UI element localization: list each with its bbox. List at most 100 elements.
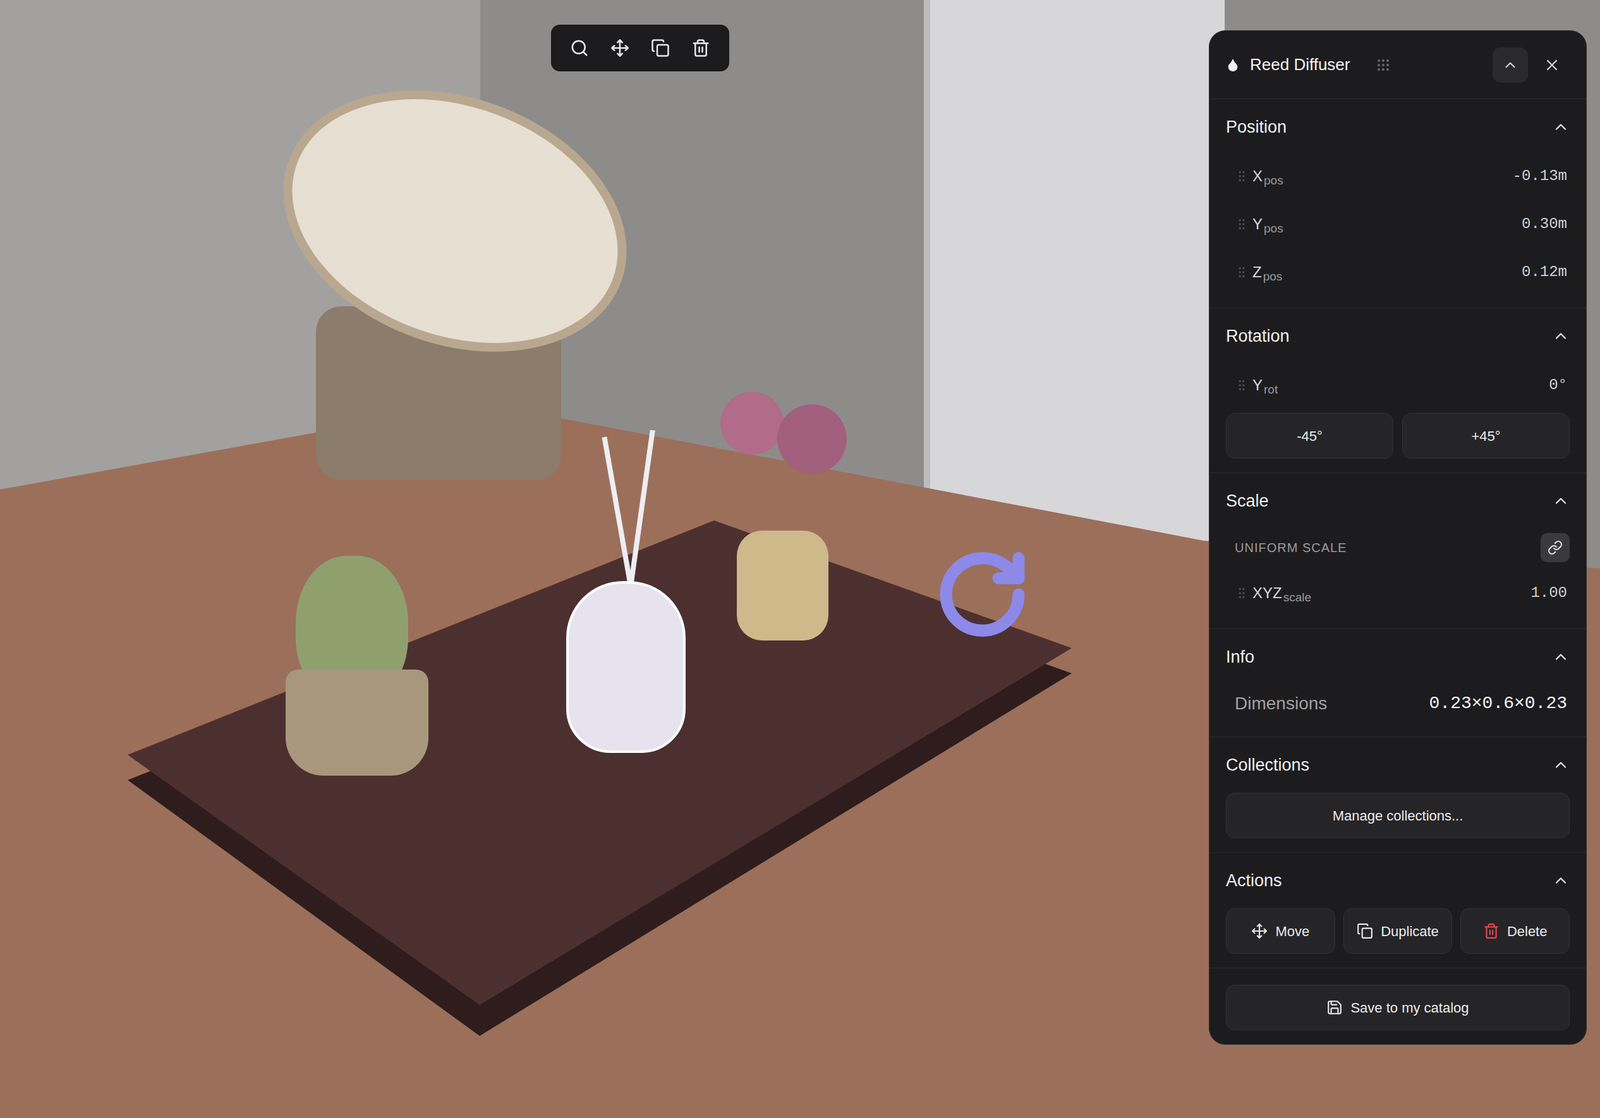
trash-icon: [1483, 923, 1500, 940]
info-label: Dimensions: [1234, 690, 1328, 718]
rotate-button[interactable]: +45°: [1402, 413, 1570, 459]
row-label: Xpos: [1252, 164, 1284, 188]
section-body: Yrot 0° -45°+45°: [1225, 363, 1570, 459]
trash-icon: [691, 38, 711, 58]
flower-vase[interactable]: [736, 530, 829, 641]
collections-section: Collections Manage collections...: [1209, 736, 1587, 853]
copy-icon: [1356, 923, 1374, 940]
move-icon: [610, 38, 630, 58]
section-body: Dimensions 0.23×0.6×0.23: [1225, 684, 1570, 723]
flower: [720, 391, 784, 455]
collapse-button[interactable]: [1492, 47, 1528, 83]
move-button[interactable]: Move: [1225, 908, 1336, 955]
value-row[interactable]: Zpos 0.12m: [1225, 250, 1570, 294]
section-title: Position: [1225, 114, 1287, 141]
section-header[interactable]: Scale: [1225, 473, 1570, 529]
row-label-sub: pos: [1263, 269, 1283, 284]
row-label: Zpos: [1252, 260, 1283, 284]
drag-handle-icon[interactable]: [1234, 169, 1249, 184]
position-section: Position Xpos -0.13m Ypos 0.30m Zpos 0.12m: [1209, 98, 1587, 308]
rotate-button[interactable]: -45°: [1225, 413, 1394, 459]
object-toolbar: [551, 24, 730, 72]
section-header[interactable]: Rotation: [1225, 308, 1570, 364]
uniform-scale-toggle[interactable]: [1540, 533, 1570, 563]
chevron-up-icon[interactable]: [1551, 648, 1570, 667]
drag-handle-icon[interactable]: [1234, 378, 1249, 393]
scale-section: Scale UNIFORM SCALE XYZscale 1.00: [1209, 472, 1587, 629]
section-body: Xpos -0.13m Ypos 0.30m Zpos 0.12m: [1225, 154, 1570, 294]
search-icon: [569, 38, 589, 58]
section-body: Manage collections...: [1225, 793, 1570, 839]
section-header[interactable]: Info: [1225, 629, 1570, 685]
section-title: Collections: [1225, 752, 1310, 779]
move-icon: [1251, 923, 1268, 940]
row-value[interactable]: -0.13m: [1512, 164, 1568, 188]
duplicate-button[interactable]: Duplicate: [1343, 908, 1453, 955]
copy-icon: [650, 38, 670, 58]
close-button[interactable]: [1534, 47, 1570, 83]
chevron-up-icon[interactable]: [1551, 327, 1570, 346]
info-section: Info Dimensions 0.23×0.6×0.23: [1209, 628, 1587, 737]
row-label: XYZscale: [1252, 581, 1312, 605]
info-value: 0.23×0.6×0.23: [1429, 690, 1568, 718]
value-row[interactable]: Yrot 0°: [1225, 363, 1570, 407]
value-row[interactable]: Xpos -0.13m: [1225, 154, 1570, 198]
move-tool-button[interactable]: [605, 36, 635, 61]
save-to-catalog-button[interactable]: Save to my catalog: [1225, 985, 1570, 1031]
cactus-pot[interactable]: [285, 669, 429, 776]
value-row[interactable]: Ypos 0.30m: [1225, 202, 1570, 246]
chevron-up-icon[interactable]: [1551, 492, 1570, 510]
save-icon: [1326, 999, 1343, 1017]
actions-section: Actions MoveDuplicateDelete: [1209, 852, 1587, 969]
chevron-up-icon[interactable]: [1551, 872, 1570, 890]
rotation-section: Rotation Yrot 0° -45°+45°: [1209, 307, 1587, 473]
section-header[interactable]: Collections: [1225, 737, 1570, 794]
panel-footer: Save to my catalog: [1209, 968, 1587, 1045]
row-label-sub: scale: [1283, 590, 1312, 605]
inspector-panel: Reed Diffuser Position Xpos -0.13m Ypos 0.30m…: [1208, 30, 1587, 1046]
manage-collections-button[interactable]: Manage collections...: [1225, 793, 1570, 839]
row-label-sub: pos: [1263, 221, 1284, 236]
row-value[interactable]: 0.30m: [1521, 212, 1568, 236]
chevron-up-icon: [1502, 56, 1519, 74]
duplicate-tool-button[interactable]: [645, 36, 675, 61]
section-header[interactable]: Position: [1225, 99, 1570, 155]
row-value[interactable]: 1.00: [1530, 581, 1568, 605]
delete-button[interactable]: Delete: [1460, 908, 1570, 955]
section-body: MoveDuplicateDelete: [1225, 908, 1570, 955]
delete-tool-button[interactable]: [686, 36, 716, 61]
row-value[interactable]: 0°: [1548, 374, 1568, 397]
panel-title: Reed Diffuser: [1249, 52, 1351, 78]
flower: [777, 404, 847, 474]
section-title: Actions: [1225, 868, 1283, 895]
reed-diffuser[interactable]: [566, 581, 686, 754]
row-label: Yrot: [1252, 374, 1278, 397]
drag-icon[interactable]: [1375, 57, 1391, 73]
section-body: UNIFORM SCALE XYZscale 1.00: [1225, 528, 1570, 615]
diffuser-icon: [1225, 58, 1240, 73]
editor: Reed Diffuser Position Xpos -0.13m Ypos 0.30m…: [0, 0, 1600, 1118]
action-buttons: MoveDuplicateDelete: [1225, 908, 1570, 955]
door: [923, 0, 1225, 557]
zoom-tool-button[interactable]: [564, 36, 594, 61]
info-row: Dimensions 0.23×0.6×0.23: [1225, 684, 1570, 723]
section-header[interactable]: Actions: [1225, 853, 1570, 909]
section-title: Info: [1225, 644, 1255, 671]
value-row[interactable]: XYZscale 1.00: [1225, 571, 1570, 615]
drag-handle-icon[interactable]: [1234, 586, 1249, 601]
drag-handle-icon[interactable]: [1234, 265, 1249, 280]
chevron-up-icon[interactable]: [1551, 118, 1570, 136]
drag-handle-icon[interactable]: [1234, 217, 1249, 232]
row-label-sub: pos: [1263, 173, 1284, 188]
row-value[interactable]: 0.12m: [1521, 260, 1568, 284]
row-label: Ypos: [1252, 212, 1284, 236]
uniform-scale-row: UNIFORM SCALE: [1225, 528, 1570, 567]
section-title: Rotation: [1225, 323, 1290, 350]
panel-header[interactable]: Reed Diffuser: [1209, 30, 1587, 99]
link-icon: [1547, 540, 1563, 556]
chevron-up-icon[interactable]: [1551, 756, 1570, 775]
rotate-gizmo-icon[interactable]: [933, 544, 1031, 646]
uniform-scale-label: UNIFORM SCALE: [1234, 538, 1347, 558]
section-title: Scale: [1225, 488, 1269, 515]
row-label-sub: rot: [1263, 382, 1278, 397]
